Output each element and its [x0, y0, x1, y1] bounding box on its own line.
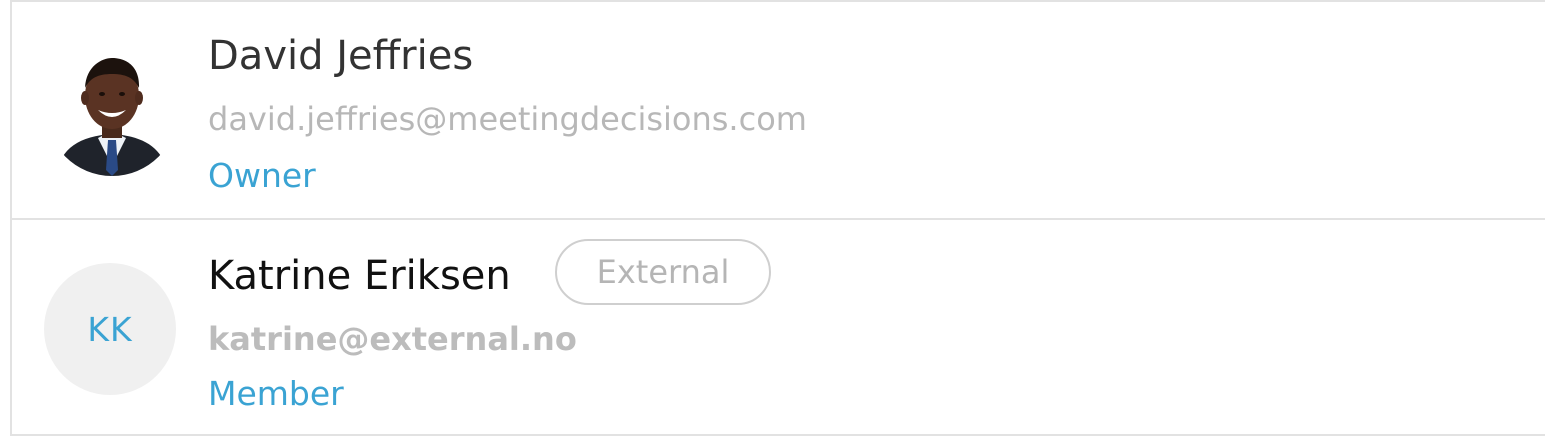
- user-photo-icon: [46, 44, 178, 176]
- avatar: [46, 44, 178, 176]
- avatar-initials: KK: [44, 263, 176, 395]
- member-row[interactable]: David Jeffries david.jeffries@meetingdec…: [12, 2, 1545, 220]
- member-role: Owner: [208, 156, 316, 195]
- member-name: Katrine Eriksen: [208, 256, 511, 296]
- member-row[interactable]: KK Katrine Eriksen External katrine@exte…: [12, 220, 1545, 436]
- member-name-text: Katrine Eriksen: [208, 253, 511, 299]
- member-name: David Jeffries: [208, 33, 474, 79]
- member-email: david.jeffries@meetingdecisions.com: [208, 100, 807, 138]
- member-role: Member: [208, 374, 344, 413]
- member-email: katrine@external.no: [208, 320, 577, 358]
- member-list: David Jeffries david.jeffries@meetingdec…: [10, 0, 1545, 436]
- external-badge: External: [555, 239, 771, 305]
